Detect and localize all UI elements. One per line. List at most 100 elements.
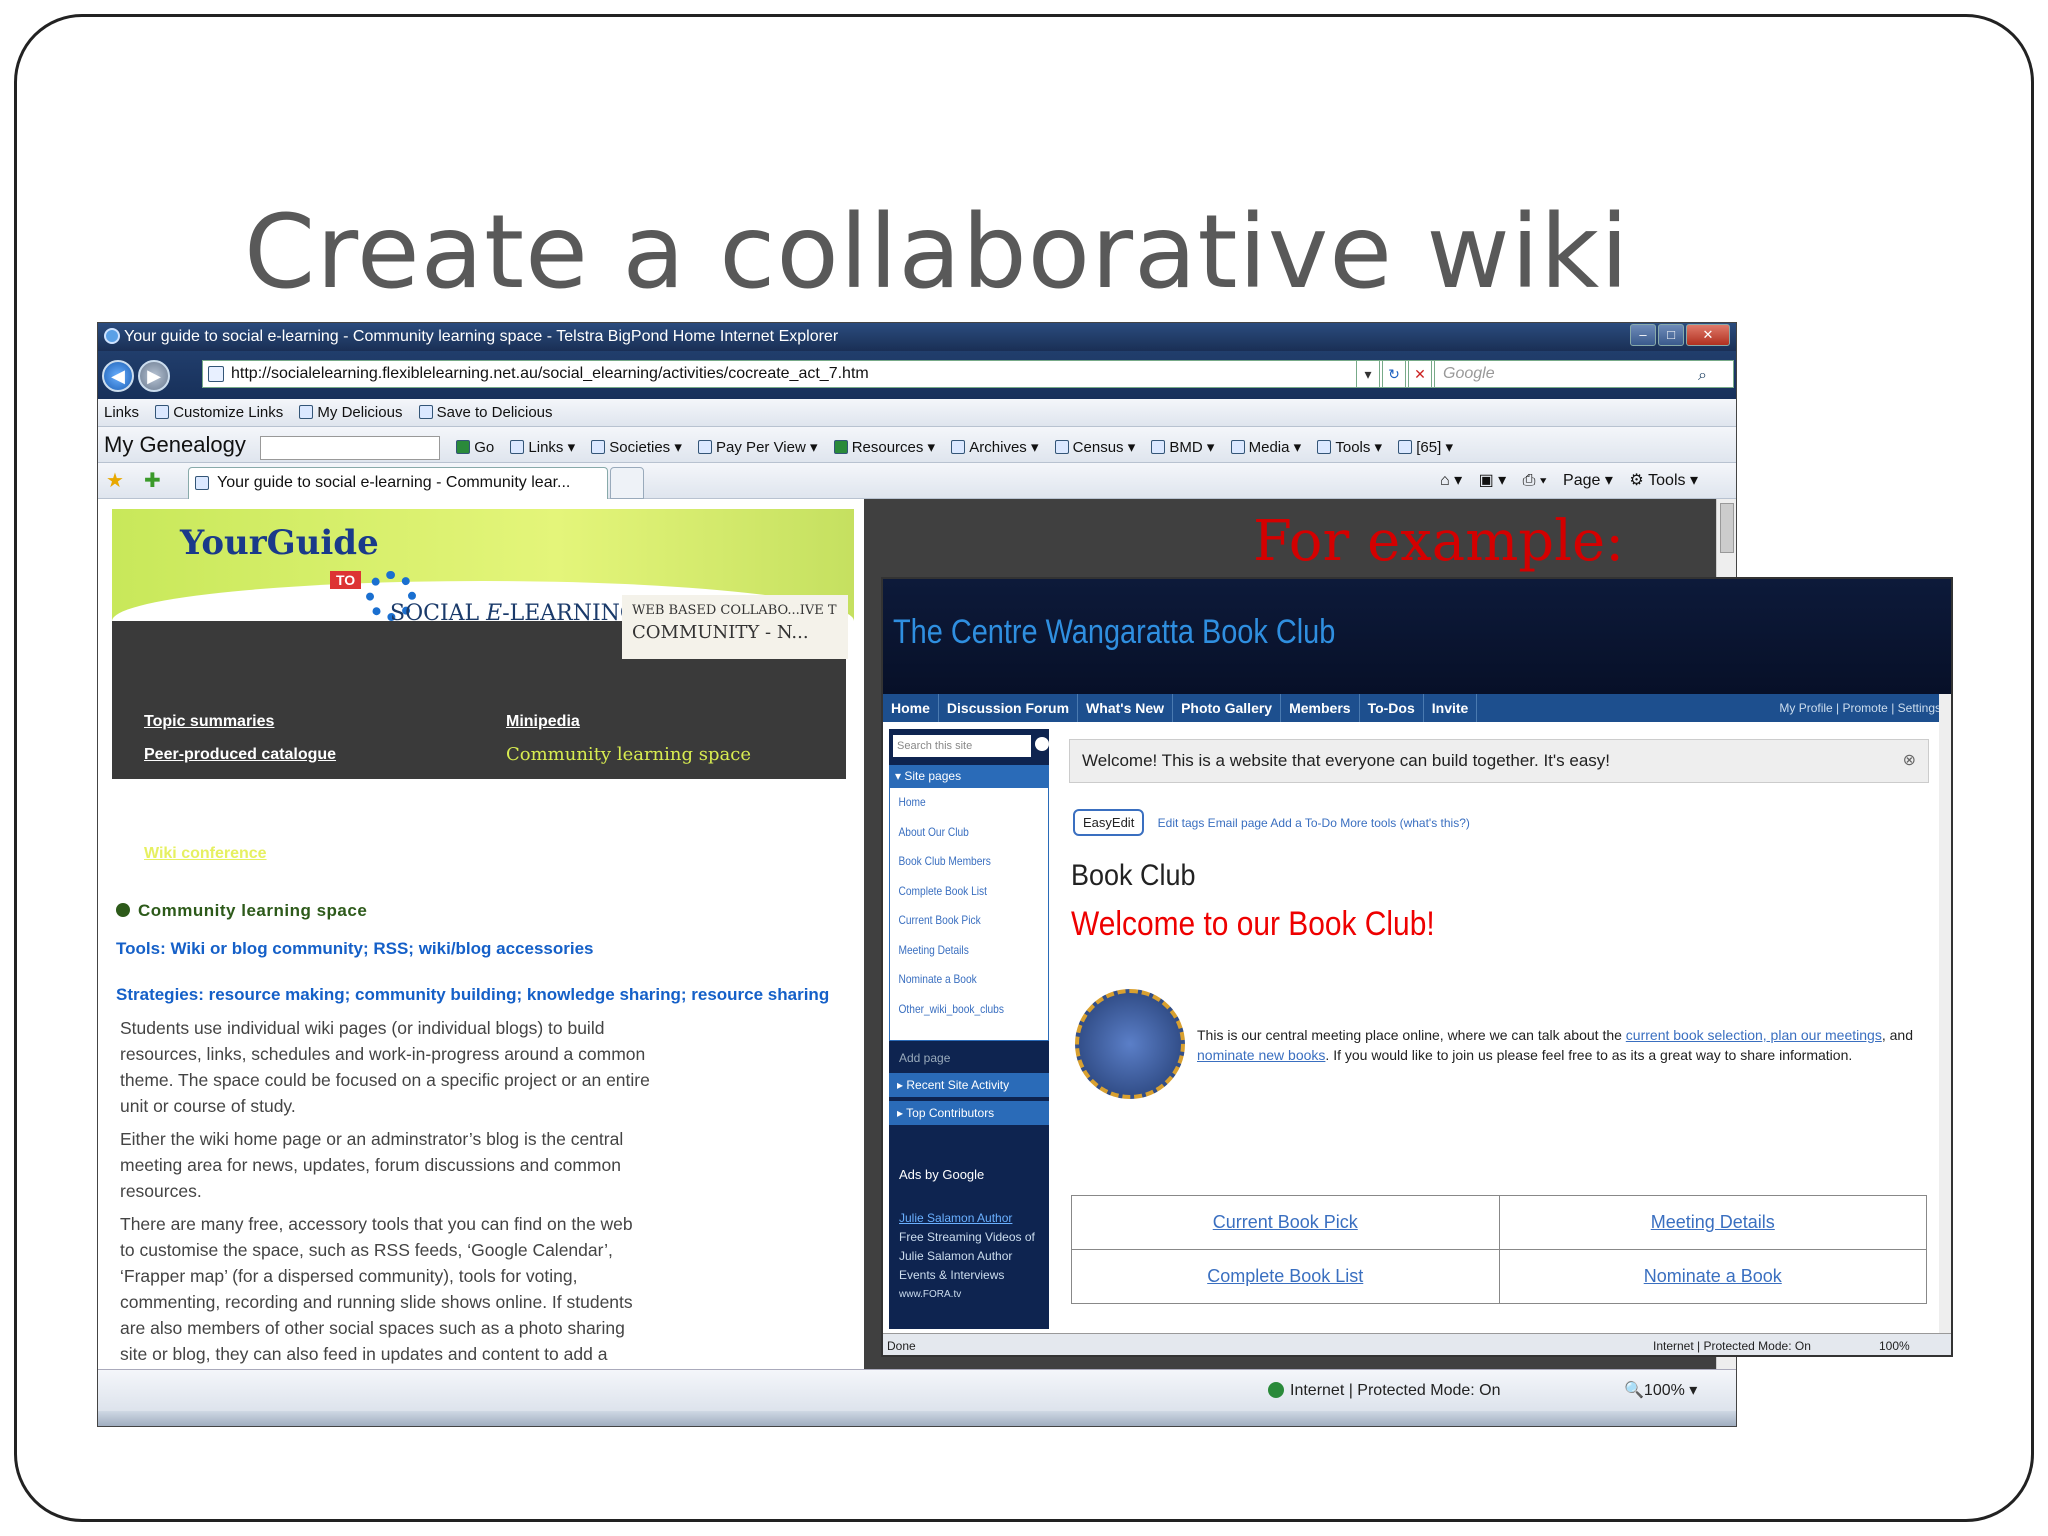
logo-subtitle: SOCIAL E-LEARNING	[390, 601, 638, 626]
intro-link[interactable]: current book selection, plan our meeting…	[1626, 1027, 1882, 1043]
edit-tools-links[interactable]: Edit tags Email page Add a To-Do More to…	[1158, 816, 1470, 830]
minimize-button[interactable]: –	[1630, 324, 1656, 346]
nav-link[interactable]: Wiki conference	[144, 837, 356, 870]
top-contributors-header[interactable]: ▸ Top Contributors	[889, 1101, 1049, 1125]
wiki-tab[interactable]: Members	[1281, 694, 1360, 722]
wiki-tab[interactable]: Photo Gallery	[1173, 694, 1282, 722]
toolbar-item-census[interactable]: Census ▾	[1054, 430, 1135, 466]
toolbar-item-media[interactable]: Media ▾	[1230, 430, 1301, 466]
site-page-link[interactable]: Meeting Details	[890, 936, 1024, 966]
toolbar-item-ppv[interactable]: Pay Per View ▾	[698, 430, 818, 466]
link-my-delicious[interactable]: My Delicious	[299, 399, 402, 427]
site-page-link[interactable]: Nominate a Book	[890, 965, 1024, 995]
nav-right: Minipedia Community learning space Multi…	[506, 705, 751, 837]
wiki-tab[interactable]: What's New	[1078, 694, 1174, 722]
search-input[interactable]: Google ⌕	[1434, 360, 1734, 388]
toolbar-item-tools[interactable]: Tools ▾	[1317, 430, 1382, 466]
site-page-link[interactable]: Other_wiki_book_clubs	[890, 995, 1024, 1025]
maximize-button[interactable]: □	[1658, 324, 1684, 346]
scroll-thumb[interactable]	[1720, 503, 1734, 553]
ie-icon	[104, 328, 120, 344]
wiki-tab[interactable]: Discussion Forum	[939, 694, 1079, 722]
wiki-search-button[interactable]	[1035, 737, 1049, 751]
favorites-star-icon[interactable]: ★	[106, 467, 124, 495]
grid-link[interactable]: Complete Book List	[1071, 1249, 1500, 1304]
tools-menu[interactable]: ⚙ Tools ▾	[1629, 463, 1698, 499]
wiki-security-zone[interactable]: Internet | Protected Mode: On	[1653, 1334, 1811, 1355]
close-button[interactable]: ✕	[1686, 324, 1730, 346]
nav-link[interactable]: Topic summaries	[144, 705, 356, 738]
ad-block: Julie Salamon Author Free Streaming Vide…	[899, 1209, 1049, 1304]
stop-icon[interactable]: ✕	[1408, 360, 1432, 388]
ad-link[interactable]: Julie Salamon Author	[899, 1209, 1049, 1228]
toolbar-item-bmd[interactable]: BMD ▾	[1151, 430, 1214, 466]
wiki-screenshot: The Centre Wangaratta Book Club Home Disc…	[881, 577, 1953, 1357]
site-page-link[interactable]: Book Club Members	[890, 847, 1024, 877]
wiki-tab[interactable]: To-Dos	[1360, 694, 1424, 722]
refresh-icon[interactable]: ↻	[1382, 360, 1406, 388]
page-icon	[208, 366, 224, 382]
wiki-tab[interactable]: Invite	[1424, 694, 1478, 722]
grid-link[interactable]: Current Book Pick	[1071, 1195, 1500, 1250]
nav-link[interactable]: Minipedia	[506, 705, 751, 738]
home-icon[interactable]: ⌂ ▾	[1440, 463, 1462, 499]
grid-link[interactable]: Nominate a Book	[1498, 1249, 1927, 1304]
nav-link[interactable]: Multiple perspectives	[506, 771, 751, 804]
slide: Create a collaborative wiki Your guide t…	[14, 14, 2034, 1522]
dropdown-icon[interactable]: ▾	[1356, 360, 1380, 388]
toolbar-item-links[interactable]: Links ▾	[510, 430, 575, 466]
toolbar-item-societies[interactable]: Societies ▾	[591, 430, 682, 466]
nav-link[interactable]: Group report	[144, 804, 356, 837]
toolbar-search-input[interactable]	[260, 436, 441, 461]
toolbar-item-archives[interactable]: Archives ▾	[951, 430, 1039, 466]
wiki-search-input[interactable]: Search this site	[893, 735, 1031, 757]
wiki-sidebar: Search this site ▾ Site pages Home About…	[889, 729, 1049, 1329]
wiki-scrollbar[interactable]	[1939, 694, 1951, 1334]
intro-link[interactable]: nominate new books	[1197, 1047, 1325, 1063]
go-button[interactable]: Go	[456, 430, 494, 466]
wiki-nav: Home Discussion Forum What's New Photo Gall…	[883, 694, 1951, 722]
site-logo[interactable]: YourGuide	[180, 523, 379, 563]
genealogy-toolbar: My Genealogy Go Links ▾ Societies ▾ Pay …	[98, 427, 1736, 463]
toolbar-item-resources[interactable]: Resources ▾	[833, 430, 935, 466]
section-heading: Community learning space	[116, 901, 367, 921]
nav-link[interactable]: Progressive problem solving	[506, 804, 751, 837]
site-page-link[interactable]: About Our Club	[890, 818, 1024, 848]
nav-link[interactable]: Peer-produced catalogue	[144, 738, 356, 771]
ads-label: Ads by Google	[899, 1167, 985, 1182]
site-page-link[interactable]: Current Book Pick	[890, 906, 1024, 936]
print-icon[interactable]: ⎙ ▾	[1523, 463, 1547, 499]
forward-button[interactable]: ▶	[138, 360, 170, 392]
search-icon[interactable]: ⌕	[1698, 363, 1707, 389]
tab-active[interactable]: Your guide to social e-learning - Commun…	[188, 467, 608, 499]
back-button[interactable]: ◀	[102, 360, 134, 392]
nav-link[interactable]: Collaborative story building	[144, 771, 356, 804]
new-tab-button[interactable]	[610, 467, 644, 499]
wiki-zoom-level[interactable]: 100%	[1879, 1334, 1910, 1355]
site-page-link[interactable]: Complete Book List	[890, 877, 1024, 907]
feeds-icon[interactable]: ▣ ▾	[1479, 463, 1507, 499]
recent-activity-header[interactable]: ▸ Recent Site Activity	[889, 1073, 1049, 1097]
url-field[interactable]: http://socialelearning.flexiblelearning.…	[202, 360, 1440, 388]
page-menu[interactable]: Page ▾	[1563, 463, 1613, 499]
welcome-heading: Welcome to our Book Club!	[1071, 905, 1435, 943]
close-icon[interactable]: ⊗	[1903, 740, 1916, 782]
site-page-link[interactable]: Home	[890, 788, 1024, 818]
edit-toolbar: EasyEdit Edit tags Email page Add a To-D…	[1073, 809, 1470, 836]
link-save-delicious[interactable]: Save to Delicious	[418, 399, 553, 427]
wiki-tab[interactable]: Home	[883, 694, 939, 722]
toolbar-item-mail[interactable]: [65] ▾	[1398, 430, 1453, 466]
zoom-level[interactable]: 🔍100% ▾	[1624, 1370, 1697, 1412]
wiki-title[interactable]: The Centre Wangaratta Book Club	[893, 613, 1335, 652]
wiki-user-links[interactable]: My Profile | Promote | Settings	[1779, 694, 1941, 722]
add-favorites-icon[interactable]: ✚	[144, 467, 161, 495]
paragraph: Students use individual wiki pages (or i…	[120, 1018, 650, 1116]
site-pages-list: Home About Our Club Book Club Members Co…	[889, 787, 1049, 1041]
security-zone[interactable]: Internet | Protected Mode: On	[1268, 1370, 1501, 1412]
tab-bar: ★ ✚ Your guide to social e-learning - Co…	[98, 463, 1736, 499]
site-pages-header[interactable]: ▾ Site pages	[889, 765, 1049, 787]
link-customize[interactable]: Customize Links	[155, 399, 283, 427]
grid-link[interactable]: Meeting Details	[1498, 1195, 1927, 1250]
easyedit-button[interactable]: EasyEdit	[1073, 809, 1145, 836]
add-page-link[interactable]: Add page	[889, 1047, 1049, 1069]
